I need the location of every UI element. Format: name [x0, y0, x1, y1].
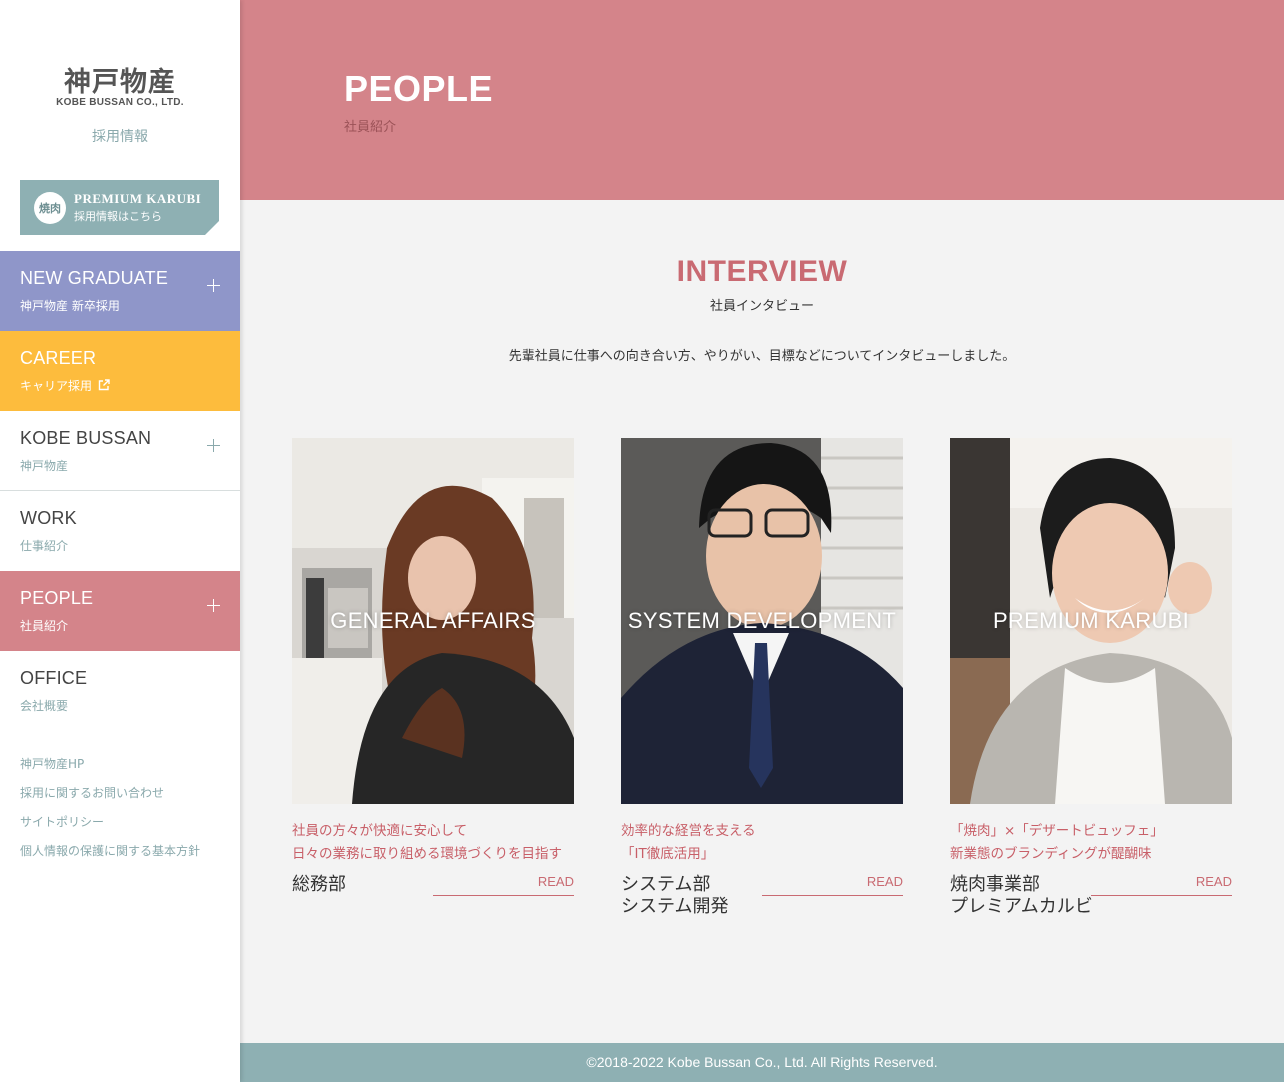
nav-item-office[interactable]: OFFICE 会社概要: [0, 651, 240, 731]
karubi-banner-text: PREMIUM KARUBI 採用情報はこちら: [74, 191, 201, 224]
expand-plus-icon[interactable]: [207, 279, 220, 292]
section-subtitle: 社員インタビュー: [709, 299, 814, 314]
card-footer: システム部 システム開発 READ: [621, 874, 903, 924]
card-department: 総務部: [292, 874, 346, 895]
karubi-emblem-icon: 焼肉: [34, 191, 66, 224]
link-corporate-hp[interactable]: 神戸物産HP: [20, 756, 200, 785]
section-title: INTERVIEW: [676, 255, 848, 288]
card-photo-label: GENERAL AFFAIRS: [330, 608, 536, 633]
card-department: 焼肉事業部 プレミアムカルビ: [950, 874, 1093, 917]
expand-plus-icon[interactable]: [207, 599, 220, 612]
nav-item-sublabel: 神戸物産: [20, 459, 69, 473]
nav-item-label: WORK: [20, 508, 77, 528]
expand-plus-icon[interactable]: [207, 439, 220, 452]
link-recruit-inquiry[interactable]: 採用に関するお問い合わせ: [20, 785, 200, 814]
nav-item-label: KOBE BUSSAN: [20, 428, 152, 448]
logo-en-text: KOBE BUSSAN CO., LTD.: [56, 97, 184, 108]
page-title: PEOPLE: [344, 68, 494, 109]
nav-item-sublabel-wrap: キャリア採用: [20, 377, 110, 394]
employee-photo[interactable]: SYSTEM DEVELOPMENT: [621, 438, 903, 804]
company-logo[interactable]: 神戸物産 KOBE BUSSAN CO., LTD.: [52, 67, 188, 109]
premium-karubi-banner[interactable]: 焼肉 PREMIUM KARUBI 採用情報はこちら: [20, 180, 219, 235]
read-link[interactable]: READ: [433, 874, 574, 896]
link-site-policy[interactable]: サイトポリシー: [20, 814, 200, 843]
card-catch-copy: 「焼肉」×「デザートビュッフェ」 新業態のブランディングが醍醐味: [950, 820, 1232, 866]
card-catch-copy: 社員の方々が快適に安心して 日々の業務に取り組める環境づくりを目指す: [292, 820, 574, 866]
nav-item-label: PEOPLE: [20, 588, 94, 608]
card-catch-line-2: 新業態のブランディングが醍醐味: [950, 846, 1152, 862]
read-link[interactable]: READ: [1091, 874, 1232, 896]
recruit-label: 採用情報: [92, 129, 148, 145]
card-footer: 焼肉事業部 プレミアムカルビ READ: [950, 874, 1232, 924]
nav-item-career[interactable]: CAREER キャリア採用: [0, 331, 240, 411]
card-catch-copy: 効率的な経営を支える 「IT徹底活用」: [621, 820, 903, 866]
nav-item-sublabel: 社員紹介: [20, 619, 69, 633]
interview-card-general-affairs[interactable]: GENERAL AFFAIRS 社員の方々が快適に安心して 日々の業務に取り組め…: [292, 438, 574, 924]
card-catch-line-1: 「焼肉」×「デザートビュッフェ」: [950, 823, 1164, 839]
nav-item-kobe-bussan[interactable]: KOBE BUSSAN 神戸物産: [0, 411, 240, 491]
copyright-footer: ©2018-2022 Kobe Bussan Co., Ltd. All Rig…: [240, 1043, 1284, 1082]
nav-item-label: CAREER: [20, 348, 97, 368]
card-department: システム部 システム開発: [621, 874, 729, 917]
interview-card-system-development[interactable]: SYSTEM DEVELOPMENT 効率的な経営を支える 「IT徹底活用」 シ…: [621, 438, 903, 924]
card-footer: 総務部 READ: [292, 874, 574, 924]
card-photo-label: SYSTEM DEVELOPMENT: [627, 608, 897, 633]
employee-photo[interactable]: GENERAL AFFAIRS: [292, 438, 574, 804]
interview-card-premium-karubi[interactable]: PREMIUM KARUBI 「焼肉」×「デザートビュッフェ」 新業態のブランデ…: [950, 438, 1232, 924]
link-privacy-policy[interactable]: 個人情報の保護に関する基本方針: [20, 843, 200, 872]
card-catch-line-1: 効率的な経営を支える: [621, 823, 756, 839]
page-subtitle: 社員紹介: [344, 120, 397, 135]
read-link[interactable]: READ: [762, 874, 903, 896]
nav-item-label: OFFICE: [20, 668, 88, 688]
nav-item-sublabel: キャリア採用: [20, 379, 93, 393]
corner-fold-icon: [205, 221, 219, 235]
card-catch-line-2: 日々の業務に取り組める環境づくりを目指す: [292, 846, 562, 862]
sidebar-footer-links: 神戸物産HP 採用に関するお問い合わせ サイトポリシー 個人情報の保護に関する基…: [20, 756, 200, 872]
card-catch-line-2: 「IT徹底活用」: [621, 846, 715, 862]
nav-item-new-graduate[interactable]: NEW GRADUATE 神戸物産 新卒採用: [0, 251, 240, 331]
external-link-icon: [98, 379, 110, 391]
nav-item-work[interactable]: WORK 仕事紹介: [0, 491, 240, 571]
karubi-banner-title: PREMIUM KARUBI: [74, 191, 202, 206]
card-catch-line-1: 社員の方々が快適に安心して: [292, 823, 468, 839]
sidebar: 神戸物産 KOBE BUSSAN CO., LTD. 採用情報 焼肉 PREMI…: [0, 0, 240, 1082]
nav-item-label: NEW GRADUATE: [20, 268, 169, 288]
section-intro: 先輩社員に仕事への向き合い方、やりがい、目標などについてインタビューしました。: [508, 349, 1016, 364]
logo-jp-text: 神戸物産: [64, 67, 176, 98]
nav-item-sublabel: 神戸物産 新卒採用: [20, 299, 120, 313]
card-photo-label: PREMIUM KARUBI: [992, 608, 1190, 633]
nav-item-people[interactable]: PEOPLE 社員紹介: [0, 571, 240, 651]
karubi-banner-subtitle: 採用情報はこちら: [74, 210, 162, 223]
nav-item-sublabel: 仕事紹介: [20, 539, 69, 553]
employee-photo[interactable]: PREMIUM KARUBI: [950, 438, 1232, 804]
page-hero: PEOPLE 社員紹介: [240, 0, 1284, 200]
nav-item-sublabel: 会社概要: [20, 699, 69, 713]
